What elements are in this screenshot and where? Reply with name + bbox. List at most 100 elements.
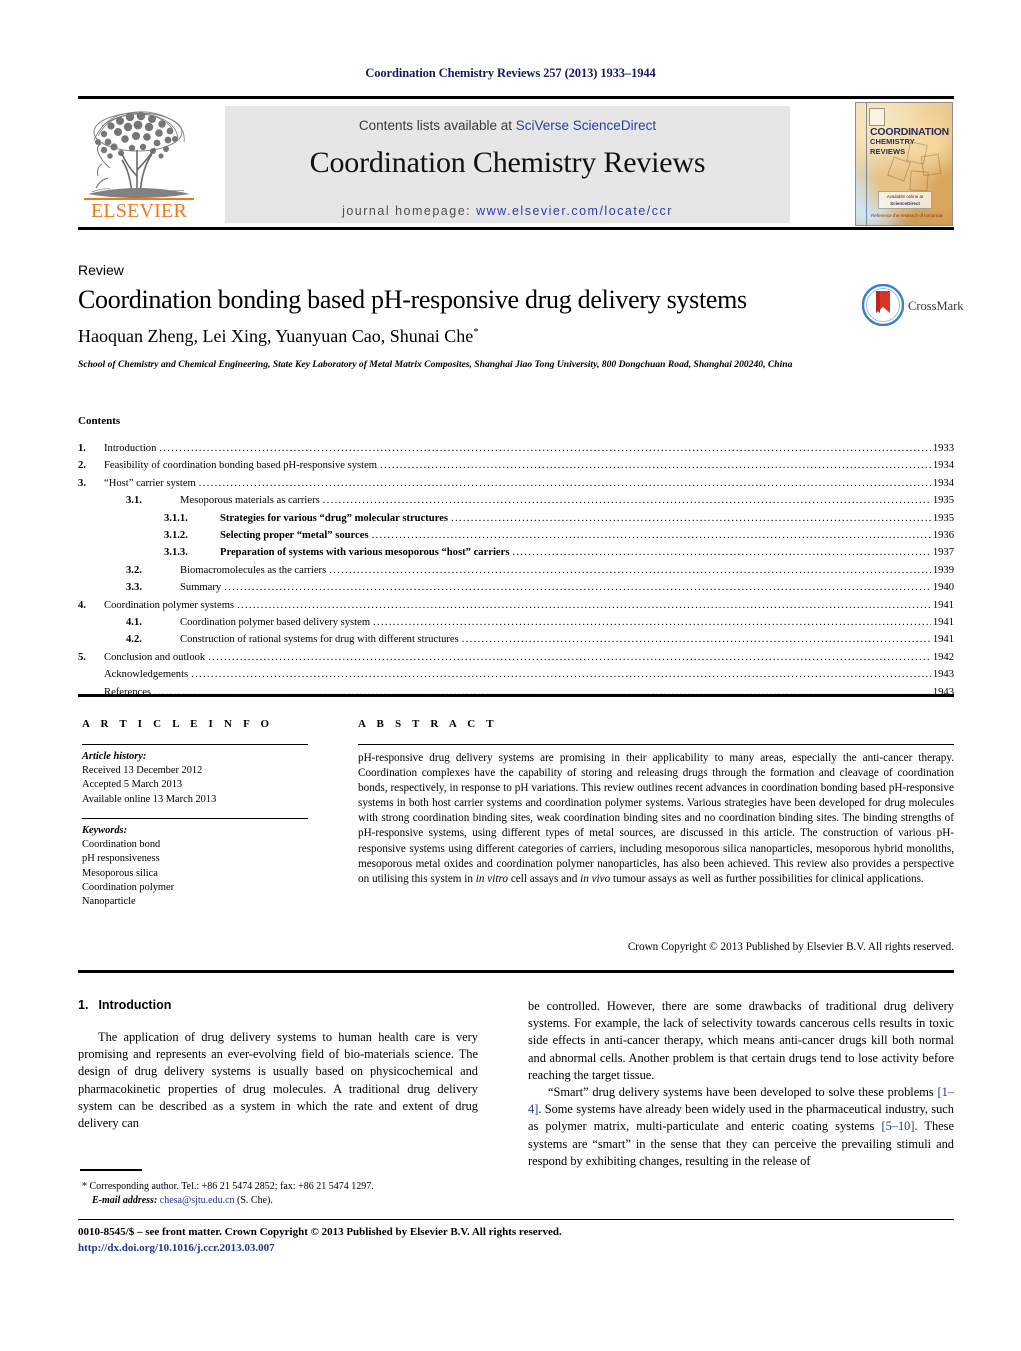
toc-entry-page: 1936 xyxy=(932,530,954,542)
toc-entry-page: 1941 xyxy=(932,599,954,611)
copyright-line: Crown Copyright © 2013 Published by Else… xyxy=(627,941,954,953)
toc-entry[interactable]: 2. Feasibility of coordination bonding ba… xyxy=(78,457,954,474)
toc-entry-page: 1942 xyxy=(932,651,954,663)
journal-homepage-link[interactable]: www.elsevier.com/locate/ccr xyxy=(476,204,673,218)
footnote-contact: Corresponding author. Tel.: +86 21 5474 … xyxy=(87,1181,374,1192)
crossmark-badge[interactable]: CrossMark xyxy=(862,284,964,328)
toc-entry-number: 2. xyxy=(78,460,86,472)
table-of-contents: 1. Introduction..........................… xyxy=(78,440,954,701)
elsevier-wordmark: ELSEVIER xyxy=(90,200,188,222)
email-address-label: E-mail address: xyxy=(92,1195,158,1206)
toc-entry[interactable]: 5. Conclusion and outlook................… xyxy=(78,649,954,666)
toc-entry-number: 4.2. xyxy=(126,634,142,646)
keyword-item: pH responsiveness xyxy=(82,853,160,865)
toc-entry-number: 3.1.2. xyxy=(164,530,188,542)
history-item: Accepted 5 March 2013 xyxy=(82,779,183,791)
masthead-rule-bottom xyxy=(78,227,954,230)
toc-entry-number: 3.3. xyxy=(126,582,142,594)
toc-entry-page: 1935 xyxy=(932,512,954,524)
doi-link[interactable]: http://dx.doi.org/10.1016/j.ccr.2013.03.… xyxy=(78,1242,275,1254)
toc-entry[interactable]: 3. “Host” carrier system.................… xyxy=(78,475,954,492)
footnote-line-2: E-mail address: chesa@sjtu.edu.cn (S. Ch… xyxy=(82,1194,482,1208)
issn-copyright-line: 0010-8545/$ – see front matter. Crown Co… xyxy=(78,1226,562,1238)
toc-entry[interactable]: 4. Coordination polymer systems..........… xyxy=(78,597,954,614)
email-link[interactable]: chesa@sjtu.edu.cn xyxy=(160,1195,235,1206)
toc-leader-dots: ........................................… xyxy=(322,495,931,507)
toc-leader-dots: ........................................… xyxy=(237,599,931,611)
homepage-prefix: journal homepage: xyxy=(342,204,477,218)
cover-box-line1: Available online at xyxy=(886,194,924,199)
toc-entry[interactable]: 3.1.1. Strategies for various “drug” mole… xyxy=(78,510,954,527)
article-history: Article history: Received 13 December 20… xyxy=(82,750,312,807)
cover-journal-title: COORDINATION CHEMISTRY REVIEWS xyxy=(870,127,949,157)
toc-entry-page: 1940 xyxy=(932,582,954,594)
toc-leader-dots: ........................................… xyxy=(224,582,931,594)
toc-leader-dots: ........................................… xyxy=(159,443,931,454)
toc-entry-label: Mesoporous materials as carriers xyxy=(180,495,320,507)
abstract-divider xyxy=(358,744,954,745)
toc-entry-number: 4. xyxy=(78,599,86,611)
article-page: Coordination Chemistry Reviews 257 (2013… xyxy=(0,0,1021,1351)
crossmark-label: CrossMark xyxy=(908,299,964,313)
cover-sciencedirect-box: Available online at ScienceDirect xyxy=(878,191,932,209)
keyword-item: Mesoporous silica xyxy=(82,867,158,879)
citation-link[interactable]: [5–10] xyxy=(881,1119,914,1133)
cover-rail xyxy=(866,103,867,225)
paragraph: be controlled. However, there are some d… xyxy=(528,999,954,1082)
toc-entry-page: 1939 xyxy=(932,564,954,576)
history-item: Available online 13 March 2013 xyxy=(82,793,217,805)
section-title: Introduction xyxy=(98,998,172,1012)
toc-entry-page: 1935 xyxy=(932,495,954,507)
cover-elsevier-badge-icon xyxy=(869,108,885,126)
article-info-heading: A R T I C L E I N F O xyxy=(82,718,274,730)
paragraph-part-a: “Smart” drug delivery systems have been … xyxy=(548,1085,938,1100)
toc-entry[interactable]: 4.2. Construction of rational systems for… xyxy=(78,631,954,648)
keyword-item: Coordination polymer xyxy=(82,881,175,893)
toc-entry[interactable]: 4.1. Coordination polymer based delivery … xyxy=(78,614,954,631)
cover-title-sub: CHEMISTRY REVIEWS xyxy=(870,137,915,156)
keywords-block: Keywords: Coordination bond pH responsiv… xyxy=(82,824,312,909)
abstract-part-3: tumour assays as well as further possibi… xyxy=(610,872,924,885)
toc-entry[interactable]: 3.2. Biomacromolecules as the carriers...… xyxy=(78,562,954,579)
footnote-rule xyxy=(80,1169,142,1171)
body-column-right: be controlled. However, there are some d… xyxy=(528,998,954,1170)
document-type-label: Review xyxy=(78,262,124,278)
toc-entry-label: Strategies for various “drug” molecular … xyxy=(220,512,449,524)
paragraph: “Smart” drug delivery systems have been … xyxy=(528,1084,954,1170)
toc-entry[interactable]: 3.1.2. Selecting proper “metal” sources..… xyxy=(78,527,954,544)
toc-entry[interactable]: 3.3. Summary.............................… xyxy=(78,579,954,596)
elsevier-logo: ELSEVIER xyxy=(80,106,198,224)
section-heading-introduction: 1. Introduction xyxy=(78,998,171,1012)
toc-leader-dots: ........................................… xyxy=(208,651,931,663)
toc-entry-label: Construction of rational systems for dru… xyxy=(180,634,459,646)
toc-entry-number: 4.1. xyxy=(126,617,142,629)
crossmark-icon[interactable] xyxy=(862,284,904,326)
cover-box-line2: ScienceDirect xyxy=(890,201,920,206)
elsevier-tree-icon xyxy=(88,111,190,198)
toc-entry-label: References xyxy=(104,686,152,698)
toc-entry-page: 1943 xyxy=(932,686,954,698)
toc-entry[interactable]: 1. Introduction..........................… xyxy=(78,440,954,457)
toc-entry[interactable]: Acknowledgements........................… xyxy=(78,666,954,683)
author-names: Haoquan Zheng, Lei Xing, Yuanyuan Cao, S… xyxy=(78,326,474,346)
sciencedirect-link[interactable]: SciVerse ScienceDirect xyxy=(516,118,656,133)
abstract-heading: A B S T R A C T xyxy=(358,718,498,730)
abstract-italic-in-vitro: in vitro xyxy=(475,872,509,885)
toc-leader-dots: ........................................… xyxy=(191,669,931,681)
article-history-label: Article history: xyxy=(82,751,147,762)
contents-available-line: Contents lists available at SciVerse Sci… xyxy=(225,118,790,133)
keyword-item: Nanoparticle xyxy=(82,896,136,908)
abstract-text: pH-responsive drug delivery systems are … xyxy=(358,751,954,887)
toc-entry-number: 3.1.1. xyxy=(164,512,188,524)
toc-leader-dots: ........................................… xyxy=(451,512,931,524)
toc-entry-label: Biomacromolecules as the carriers xyxy=(180,564,327,576)
toc-entry[interactable]: 3.1.3. Preparation of systems with variou… xyxy=(78,544,954,561)
toc-leader-dots: ........................................… xyxy=(512,547,931,559)
cover-footer-text: Reference the research of tomorrow xyxy=(870,213,944,218)
toc-entry-number: 5. xyxy=(78,651,86,663)
toc-entry[interactable]: 3.1. Mesoporous materials as carriers....… xyxy=(78,492,954,509)
history-item: Received 13 December 2012 xyxy=(82,765,203,777)
email-owner: (S. Che). xyxy=(234,1195,273,1206)
toc-entry[interactable]: References..............................… xyxy=(78,684,954,701)
abstract-part-1: pH-responsive drug delivery systems are … xyxy=(358,752,954,885)
